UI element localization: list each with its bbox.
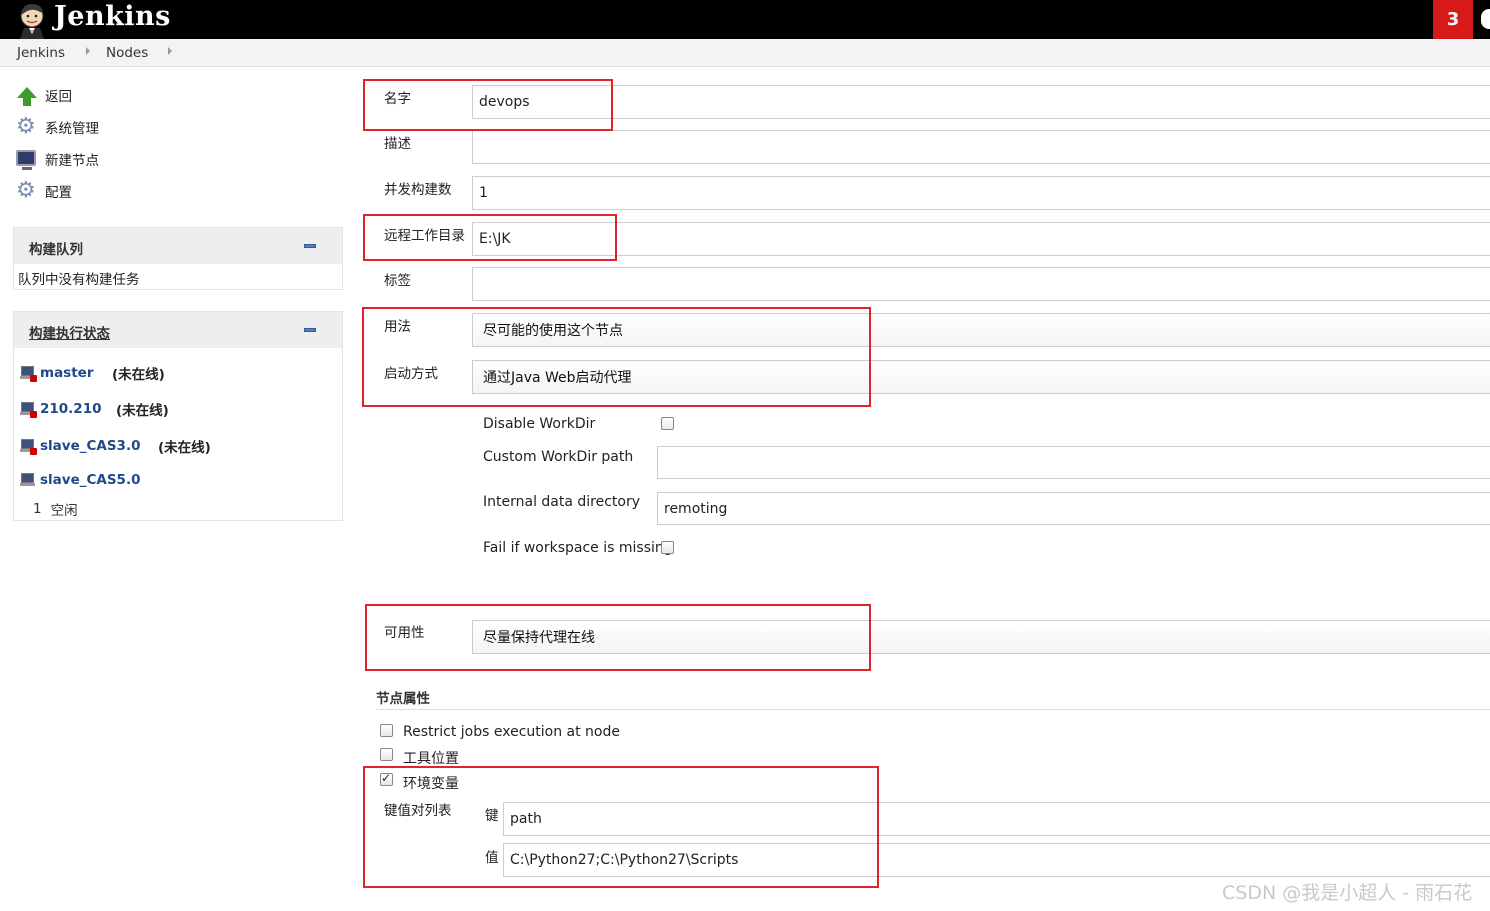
breadcrumb-jenkins[interactable]: Jenkins <box>17 45 65 61</box>
task-new-node[interactable]: 新建节点 <box>16 147 99 171</box>
up-arrow-icon <box>16 84 38 106</box>
executors-input[interactable]: 1 <box>472 176 1490 210</box>
watermark: CSDN @我是小超人 - 雨石花 <box>1222 882 1473 904</box>
collapse-icon[interactable] <box>304 244 316 248</box>
executor-idle: 空闲 <box>50 503 78 519</box>
top-header: Jenkins 3 <box>0 0 1490 39</box>
disable-workdir-checkbox[interactable] <box>661 417 674 430</box>
env-key-input[interactable]: path <box>503 802 1490 836</box>
executors-label: 并发构建数 <box>384 182 452 198</box>
executor-header: 构建执行状态 <box>14 312 342 348</box>
task-back-label[interactable]: 返回 <box>45 85 72 105</box>
node-link-cas3[interactable]: slave_CAS3.0 <box>40 438 158 454</box>
internal-dir-input[interactable]: remoting <box>657 492 1490 525</box>
task-configure[interactable]: ⚙ 配置 <box>16 179 72 203</box>
build-queue-title: 构建队列 <box>29 242 83 258</box>
task-new-node-label[interactable]: 新建节点 <box>45 149 99 169</box>
value-label: 值 <box>485 850 499 866</box>
task-back[interactable]: 返回 <box>16 83 72 107</box>
restrict-jobs-label: Restrict jobs execution at node <box>403 724 620 740</box>
name-label: 名字 <box>384 91 411 107</box>
node-link-cas5[interactable]: slave_CAS5.0 <box>40 472 140 488</box>
labels-input[interactable] <box>472 267 1490 301</box>
tool-location-label: 工具位置 <box>403 751 459 767</box>
computer-offline-icon <box>20 402 37 418</box>
chevron-right-icon[interactable] <box>86 47 90 55</box>
launch-method-label: 启动方式 <box>384 366 438 382</box>
labels-label: 标签 <box>384 273 411 289</box>
env-value-input[interactable]: C:\Python27;C:\Python27\Scripts <box>503 843 1490 877</box>
collapse-icon[interactable] <box>304 328 316 332</box>
name-input[interactable]: devops <box>472 85 1490 119</box>
notification-badge[interactable]: 3 <box>1433 0 1473 39</box>
build-queue-header: 构建队列 <box>14 228 342 264</box>
executor-node-row: slave_CAS3.0 (未在线) <box>20 436 211 456</box>
fail-missing-checkbox[interactable] <box>661 541 674 554</box>
internal-dir-label: Internal data directory <box>483 494 641 510</box>
availability-label: 可用性 <box>384 625 425 641</box>
computer-icon <box>16 148 38 170</box>
executor-node-row: master (未在线) <box>20 363 165 383</box>
availability-select[interactable]: 尽量保持代理在线 <box>472 620 1490 654</box>
breadcrumb: Jenkins Nodes <box>0 39 1490 67</box>
remote-dir-label: 远程工作目录 <box>384 228 465 244</box>
task-manage-label[interactable]: 系统管理 <box>45 117 99 137</box>
description-label: 描述 <box>384 136 411 152</box>
gear-icon: ⚙ <box>16 178 36 203</box>
description-input[interactable] <box>472 130 1490 164</box>
node-status: (未在线) <box>158 440 211 456</box>
app-title[interactable]: Jenkins <box>54 1 171 32</box>
tool-location-checkbox[interactable] <box>380 748 393 761</box>
node-status: (未在线) <box>116 403 169 419</box>
executor-slot: 1 空闲 <box>33 499 78 519</box>
breadcrumb-nodes[interactable]: Nodes <box>106 45 148 61</box>
executor-number: 1 <box>33 501 42 517</box>
chevron-right-icon[interactable] <box>168 47 172 55</box>
build-queue-pane: 构建队列 队列中没有构建任务 <box>13 227 343 290</box>
build-queue-empty: 队列中没有构建任务 <box>18 272 140 288</box>
computer-icon <box>20 473 35 487</box>
custom-workdir-label: Custom WorkDir path <box>483 449 634 465</box>
node-properties-title: 节点属性 <box>376 691 430 707</box>
jenkins-butler-icon[interactable] <box>14 1 50 39</box>
custom-workdir-input[interactable] <box>657 446 1490 479</box>
computer-offline-icon <box>20 439 37 455</box>
node-status: (未在线) <box>112 367 165 383</box>
task-configure-label[interactable]: 配置 <box>45 181 72 201</box>
task-manage[interactable]: ⚙ 系统管理 <box>16 115 99 139</box>
executor-pane: 构建执行状态 master (未在线) 210.210 (未在线) slave_… <box>13 311 343 521</box>
env-vars-checkbox[interactable] <box>380 771 393 786</box>
launch-method-select[interactable]: 通过Java Web启动代理 <box>472 360 1490 394</box>
executor-node-row: 210.210 (未在线) <box>20 399 169 419</box>
computer-offline-icon <box>20 366 37 382</box>
executor-node-row: slave_CAS5.0 <box>20 472 140 488</box>
fail-missing-label: Fail if workspace is missing <box>483 540 673 556</box>
node-link-210[interactable]: 210.210 <box>40 401 116 417</box>
kv-list-label: 键值对列表 <box>384 803 452 819</box>
usage-select[interactable]: 尽可能的使用这个节点 <box>472 313 1490 347</box>
restrict-jobs-checkbox[interactable] <box>380 724 393 737</box>
executor-title-link[interactable]: 构建执行状态 <box>29 326 110 342</box>
key-label: 键 <box>485 808 499 824</box>
env-vars-label: 环境变量 <box>403 776 459 792</box>
search-icon[interactable] <box>1481 9 1490 29</box>
section-divider <box>376 709 1490 710</box>
usage-label: 用法 <box>384 319 411 335</box>
disable-workdir-label: Disable WorkDir <box>483 416 596 432</box>
gear-icon: ⚙ <box>16 114 36 139</box>
node-link-master[interactable]: master <box>40 365 112 381</box>
remote-dir-input[interactable]: E:\JK <box>472 222 1490 256</box>
